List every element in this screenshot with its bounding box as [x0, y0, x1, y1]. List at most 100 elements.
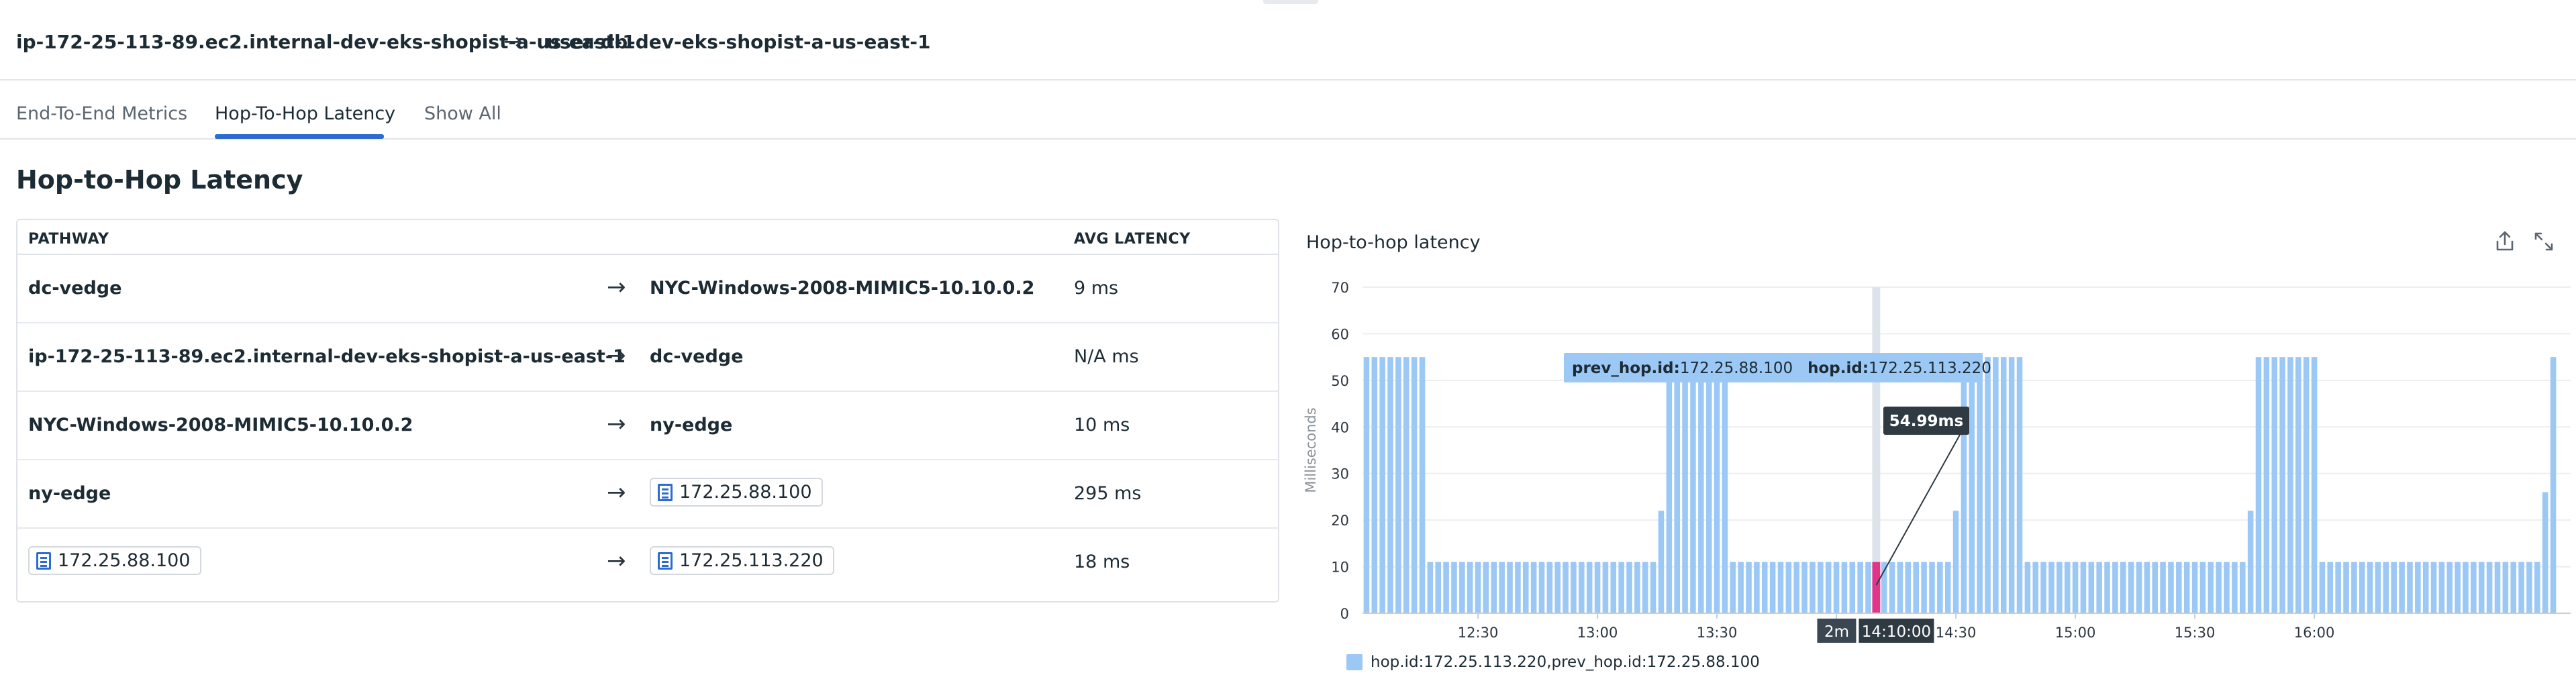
bar[interactable] [1833, 562, 1840, 613]
bar[interactable] [1579, 562, 1585, 613]
bar[interactable] [1443, 562, 1449, 613]
bar[interactable] [2048, 562, 2054, 613]
bar[interactable] [1825, 562, 1832, 613]
bar[interactable] [2518, 562, 2524, 613]
bar[interactable] [1793, 562, 1800, 613]
host-chip[interactable]: 172.25.113.220 [650, 546, 834, 575]
bar[interactable] [2327, 562, 2334, 613]
bar[interactable] [2024, 562, 2031, 613]
bar[interactable] [2279, 357, 2285, 613]
bar[interactable] [1427, 562, 1434, 613]
bar[interactable] [2096, 562, 2102, 613]
bar[interactable] [2399, 562, 2405, 613]
expand-icon[interactable] [2530, 228, 2557, 255]
bar[interactable] [1929, 562, 1935, 613]
bar[interactable] [1626, 562, 1632, 613]
bar[interactable] [1610, 562, 1617, 613]
bar[interactable] [1722, 357, 1728, 613]
bar[interactable] [2510, 562, 2517, 613]
bar[interactable] [2438, 562, 2445, 613]
host-chip[interactable]: 172.25.88.100 [650, 478, 823, 507]
bar[interactable] [2008, 357, 2015, 613]
highlighted-bar[interactable] [1872, 562, 1881, 613]
bar[interactable] [1618, 562, 1624, 613]
bar[interactable] [1674, 357, 1681, 613]
tab-show-all[interactable]: Show All [424, 103, 501, 124]
bar[interactable] [2160, 562, 2166, 613]
bar[interactable] [2040, 562, 2046, 613]
bar[interactable] [2232, 562, 2238, 613]
bar[interactable] [2407, 562, 2413, 613]
bar[interactable] [1682, 357, 1688, 613]
bar[interactable] [1961, 357, 1967, 613]
bar[interactable] [2319, 562, 2326, 613]
bar[interactable] [2191, 562, 2198, 613]
bar[interactable] [2088, 562, 2095, 613]
bar[interactable] [1698, 357, 1704, 613]
bar[interactable] [2526, 562, 2532, 613]
bar[interactable] [2000, 357, 2007, 613]
bar[interactable] [1387, 357, 1393, 613]
bar[interactable] [2144, 562, 2150, 613]
bar[interactable] [2367, 562, 2373, 613]
bar[interactable] [1507, 562, 1513, 613]
bar[interactable] [1435, 562, 1442, 613]
bar[interactable] [1857, 562, 1863, 613]
bar[interactable] [1985, 357, 1991, 613]
bar[interactable] [2016, 357, 2023, 613]
bar[interactable] [1818, 562, 1824, 613]
table-row[interactable]: ip-172-25-113-89.ec2.internal-dev-eks-sh… [17, 323, 1278, 392]
bar[interactable] [1538, 562, 1545, 613]
bar[interactable] [1650, 562, 1656, 613]
bar[interactable] [2287, 357, 2293, 613]
bar[interactable] [1411, 357, 1418, 613]
bar[interactable] [1921, 562, 1927, 613]
bar[interactable] [2104, 562, 2110, 613]
bar[interactable] [2534, 562, 2540, 613]
bar[interactable] [2343, 562, 2349, 613]
bar[interactable] [2542, 492, 2548, 613]
bar[interactable] [1810, 562, 1816, 613]
bar[interactable] [1563, 562, 1569, 613]
bar[interactable] [1897, 562, 1903, 613]
bar[interactable] [2080, 562, 2087, 613]
bar[interactable] [1571, 562, 1577, 613]
bar[interactable] [2311, 357, 2318, 613]
bar[interactable] [2216, 562, 2222, 613]
bar[interactable] [2550, 357, 2557, 613]
bar[interactable] [2446, 562, 2453, 613]
bar[interactable] [1515, 562, 1521, 613]
bar[interactable] [1634, 562, 1640, 613]
table-row[interactable]: 172.25.88.100 → 172.25.113.220 18 ms [17, 529, 1278, 597]
column-header-pathway[interactable]: PATHWAY [28, 231, 109, 248]
bar[interactable] [1403, 357, 1409, 613]
bar[interactable] [2430, 562, 2437, 613]
bar[interactable] [1395, 357, 1401, 613]
export-icon[interactable] [2491, 228, 2518, 255]
bar[interactable] [2247, 511, 2254, 613]
bar[interactable] [1594, 562, 1601, 613]
bar[interactable] [2057, 562, 2063, 613]
bar[interactable] [1905, 562, 1912, 613]
bar[interactable] [2168, 562, 2174, 613]
bar[interactable] [2383, 562, 2389, 613]
table-row[interactable]: NYC-Windows-2008-MIMIC5-10.10.0.2 → ny-edg… [17, 392, 1278, 460]
bar[interactable] [2351, 562, 2357, 613]
bar[interactable] [1801, 562, 1807, 613]
bar[interactable] [1952, 511, 1959, 613]
bar[interactable] [1913, 562, 1920, 613]
bar[interactable] [1546, 562, 1553, 613]
bar[interactable] [1993, 357, 1999, 613]
bar[interactable] [2494, 562, 2501, 613]
bar[interactable] [2263, 357, 2270, 613]
bar[interactable] [1666, 357, 1673, 613]
bar[interactable] [2112, 562, 2118, 613]
bar[interactable] [1379, 357, 1385, 613]
bar[interactable] [1642, 562, 1648, 613]
bar[interactable] [1777, 562, 1784, 613]
bar[interactable] [1705, 357, 1712, 613]
bar[interactable] [2303, 357, 2310, 613]
bar[interactable] [2176, 562, 2182, 613]
bar[interactable] [1419, 357, 1426, 613]
bar[interactable] [2064, 562, 2071, 613]
